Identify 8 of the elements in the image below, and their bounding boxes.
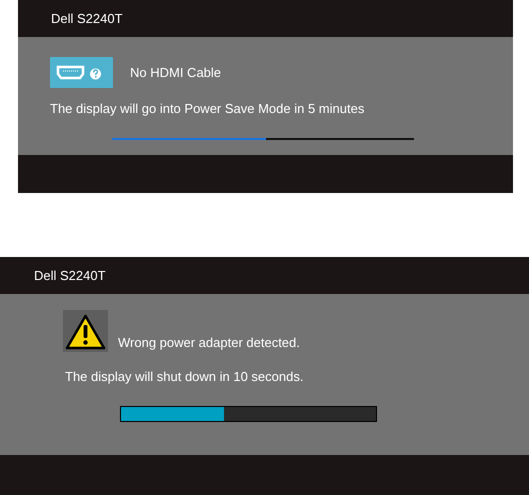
status-message: No HDMI Cable xyxy=(130,65,222,80)
hdmi-port-icon xyxy=(50,57,113,88)
info-text: The display will go into Power Save Mode in 5 minutes xyxy=(50,101,366,116)
status-message: Wrong power adapter detected. xyxy=(118,335,300,350)
dialog-title: Dell S2240T xyxy=(51,11,123,26)
warning-icon xyxy=(63,310,108,352)
info-text: The display will shut down in 10 seconds. xyxy=(65,369,304,384)
dialog-title: Dell S2240T xyxy=(34,268,106,283)
